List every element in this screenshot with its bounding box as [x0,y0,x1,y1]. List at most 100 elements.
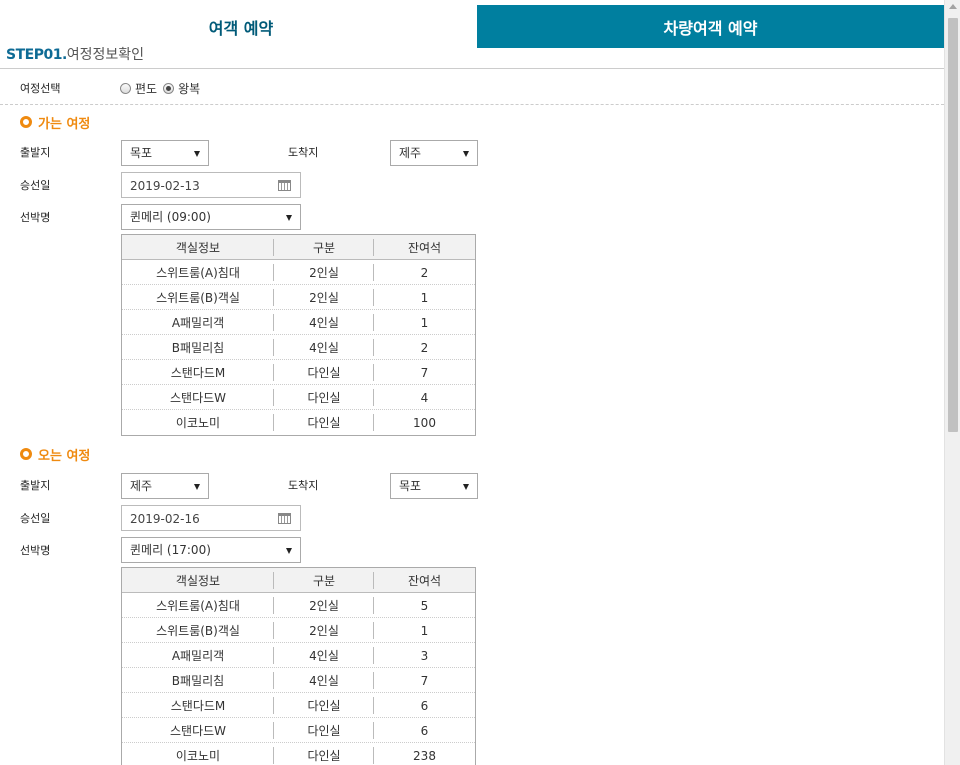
table-cell-room-type: 2인실 [274,618,374,643]
inbound-ship-value: 퀸메리 (17:00) [130,543,211,557]
table-cell-room-type: 다인실 [274,410,374,435]
radio-round-trip-label: 왕복 [178,81,201,96]
outbound-date-label: 승선일 [20,179,51,192]
table-cell-remaining-seats: 7 [420,673,429,688]
radio-one-way-dot[interactable] [120,82,131,94]
column-header-remaining-seats: 잔여석 [407,574,442,588]
step-number: STEP01. [6,47,67,63]
outbound-arrival-select[interactable]: 제주 [390,140,478,166]
column-header-room-type: 구분 [274,235,374,260]
table-row: 스탠다드W 다인실 6 [122,718,475,743]
table-cell-remaining-seats: 100 [413,415,436,430]
chevron-down-icon [286,215,292,221]
table-cell-room-info: 스위트룸(B)객실 [122,285,274,310]
table-cell-remaining-seats: 3 [420,648,429,663]
table-row: B패밀리침 4인실 7 [122,668,475,693]
table-cell-room-info: 스탠다드W [122,385,274,410]
table-cell-remaining-seats: 5 [420,598,429,613]
tab-passenger-booking[interactable]: 여객 예약 [5,5,477,48]
outbound-ship-label: 선박명 [20,211,51,224]
booking-tabs: 여객 예약 차량여객 예약 [5,5,944,48]
inbound-arrival-select[interactable]: 목포 [390,473,478,499]
outbound-arrival-label: 도착지 [288,146,319,159]
table-cell-remaining-seats: 1 [420,315,429,330]
table-cell-room-type: 4인실 [274,310,374,335]
outbound-section-title: 가는 여정 [20,112,90,132]
table-cell-room-info: A패밀리객 [122,643,274,668]
outbound-ship-select[interactable]: 퀸메리 (09:00) [121,204,301,230]
table-cell-room-info: 스탠다드M [122,693,274,718]
table-cell-room-type: 다인실 [274,385,374,410]
radio-one-way[interactable]: 편도 [120,80,159,97]
table-cell-room-info: A패밀리객 [122,310,274,335]
chevron-down-icon [463,484,469,490]
calendar-icon[interactable] [278,180,291,191]
outbound-date-value: 2019-02-13 [130,179,200,193]
inbound-section-title: 오는 여정 [20,444,90,464]
table-cell-room-type: 2인실 [274,285,374,310]
table-row: B패밀리침 4인실 2 [122,335,475,360]
trip-type-row: 여정선택 편도 왕복 [20,78,206,98]
tab-vehicle-passenger-booking[interactable]: 차량여객 예약 [477,5,944,48]
inbound-departure-select[interactable]: 제주 [121,473,209,499]
scrollbar-thumb[interactable] [948,18,958,432]
table-cell-room-type: 다인실 [274,743,374,765]
table-row: 스위트룸(B)객실 2인실 1 [122,618,475,643]
outbound-ship-value: 퀸메리 (09:00) [130,210,211,224]
table-cell-room-info: 스위트룸(B)객실 [122,618,274,643]
table-cell-room-info: 스탠다드M [122,360,274,385]
table-header-row: 객실정보 구분 잔여석 [122,568,475,593]
ring-icon [20,116,32,128]
outbound-departure-select[interactable]: 목포 [121,140,209,166]
step-title: STEP01.여정정보확인 [6,44,144,68]
radio-round-trip-dot[interactable] [163,82,175,94]
table-header-row: 객실정보 구분 잔여석 [122,235,475,260]
table-cell-room-info: 스위트룸(A)침대 [122,593,274,618]
inbound-ship-select[interactable]: 퀸메리 (17:00) [121,537,301,563]
radio-one-way-label: 편도 [135,81,158,96]
inbound-room-table: 객실정보 구분 잔여석스위트룸(A)침대 2인실 5 스위트룸(B)객실 2인실 1 A패밀리객… [121,567,476,765]
inbound-ship-label: 선박명 [20,544,51,557]
vertical-scrollbar[interactable] [944,0,960,765]
radio-round-trip[interactable]: 왕복 [163,80,202,97]
table-cell-room-type: 다인실 [274,360,374,385]
table-row: 스탠다드M 다인실 7 [122,360,475,385]
booking-page: 여객 예약 차량여객 예약 STEP01.여정정보확인 여정선택 편도 왕복 가… [0,0,944,765]
outbound-title: 가는 여정 [38,116,91,132]
table-cell-remaining-seats: 238 [413,748,436,763]
calendar-icon[interactable] [278,513,291,524]
column-header-room-type: 구분 [274,568,374,593]
table-row: 스탠다드W 다인실 4 [122,385,475,410]
table-cell-room-type: 4인실 [274,643,374,668]
table-cell-room-info: 이코노미 [122,410,274,435]
table-cell-room-info: 스위트룸(A)침대 [122,260,274,285]
table-cell-remaining-seats: 1 [420,290,429,305]
outbound-arrival-value: 제주 [399,146,422,160]
outbound-departure-value: 목포 [130,146,153,160]
column-header-room-info: 객실정보 [122,568,274,593]
table-cell-room-info: 스탠다드W [122,718,274,743]
table-row: A패밀리객 4인실 1 [122,310,475,335]
inbound-date-input[interactable]: 2019-02-16 [121,505,301,531]
inbound-departure-label: 출발지 [20,479,51,492]
scroll-up-arrow-icon[interactable] [949,4,957,9]
divider [0,104,944,105]
table-cell-remaining-seats: 4 [420,390,429,405]
table-row: 스위트룸(A)침대 2인실 5 [122,593,475,618]
column-header-remaining-seats: 잔여석 [407,241,442,255]
table-cell-room-type: 2인실 [274,593,374,618]
table-row: 스위트룸(A)침대 2인실 2 [122,260,475,285]
chevron-down-icon [286,548,292,554]
outbound-date-input[interactable]: 2019-02-13 [121,172,301,198]
table-cell-room-info: B패밀리침 [122,335,274,360]
ring-icon [20,448,32,460]
table-cell-room-type: 다인실 [274,693,374,718]
table-cell-remaining-seats: 7 [420,365,429,380]
table-cell-room-info: 이코노미 [122,743,274,765]
outbound-departure-label: 출발지 [20,146,51,159]
table-cell-remaining-seats: 6 [420,698,429,713]
table-cell-room-type: 2인실 [274,260,374,285]
table-cell-room-info: B패밀리침 [122,668,274,693]
trip-type-label: 여정선택 [20,82,61,95]
outbound-room-table: 객실정보 구분 잔여석 스위트룸(A)침대 2인실 2 스위트룸(B)객실 2인실 1 A패밀리객… [121,234,476,436]
